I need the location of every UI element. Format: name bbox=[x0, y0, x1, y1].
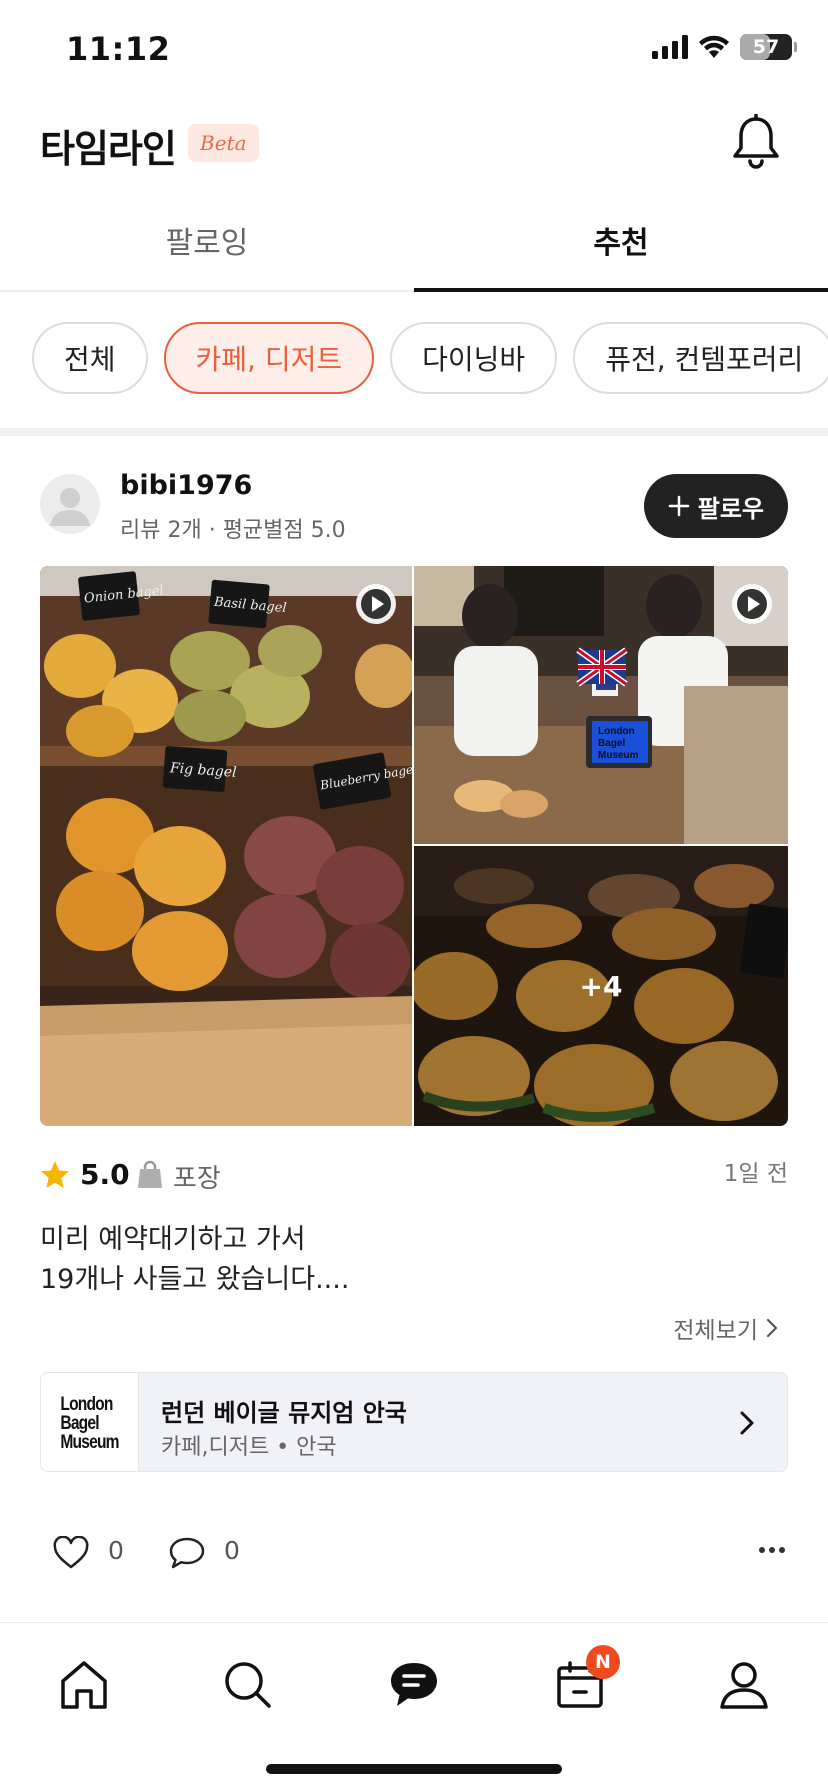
user-meta: 리뷰 2개 · 평균별점 5.0 bbox=[120, 518, 346, 543]
place-card[interactable]: London Bagel Museum 런던 베이글 뮤지엄 안국 카페,디저트… bbox=[40, 1372, 788, 1472]
chip-fusion-contemporary[interactable]: 퓨전, 컨템포러리 bbox=[573, 322, 828, 394]
tab-following[interactable]: 팔로잉 bbox=[0, 188, 414, 292]
notification-badge: N bbox=[586, 1645, 620, 1679]
profile-icon bbox=[720, 1662, 768, 1709]
search-icon bbox=[225, 1662, 271, 1708]
feed-tabs: 팔로잉 추천 bbox=[0, 188, 828, 292]
like-count: 0 bbox=[108, 1536, 124, 1565]
avatar[interactable] bbox=[40, 474, 100, 534]
star-icon bbox=[41, 1161, 69, 1188]
play-icon[interactable] bbox=[730, 582, 774, 626]
more-options-icon[interactable] bbox=[758, 1546, 786, 1554]
notification-button[interactable] bbox=[730, 113, 782, 170]
view-all-label: 전체보기 bbox=[673, 1318, 758, 1344]
post-time: 1일 전 bbox=[723, 1161, 788, 1187]
category-chips: 전체 카페, 디저트 다이닝바 퓨전, 컨템포러리 고기 bbox=[0, 292, 828, 430]
home-indicator bbox=[266, 1764, 562, 1774]
place-meta: 카페,디저트 • 안국 bbox=[161, 1435, 337, 1460]
photo-bagel-trays[interactable]: Onion bagel Basil bagel Fig bagel Bluebe… bbox=[40, 566, 412, 1126]
status-bar: 11:12 57 bbox=[0, 0, 828, 100]
battery-icon: 57 bbox=[740, 34, 797, 60]
chevron-right-icon bbox=[740, 1411, 754, 1435]
follow-label: 팔로우 bbox=[697, 494, 764, 523]
more-photos-count[interactable]: +4 bbox=[414, 846, 788, 1126]
bottom-nav: N bbox=[0, 1622, 828, 1792]
post-body-line: 미리 예약대기하고 가서 bbox=[40, 1224, 306, 1255]
status-icons: 57 bbox=[652, 34, 797, 60]
follow-button[interactable]: 팔로우 bbox=[643, 474, 788, 538]
play-icon[interactable] bbox=[354, 582, 398, 626]
nav-profile[interactable] bbox=[704, 1645, 784, 1725]
place-logo: London Bagel Museum bbox=[41, 1373, 139, 1471]
takeout-bag-icon bbox=[138, 1160, 162, 1188]
post-body-line: 19개나 사들고 왔습니다.... bbox=[40, 1264, 350, 1295]
header: 타임라인 Beta bbox=[0, 100, 828, 188]
beta-badge: Beta bbox=[188, 124, 259, 162]
chip-dining-bar[interactable]: 다이닝바 bbox=[390, 322, 558, 394]
timeline-chat-icon bbox=[391, 1663, 437, 1706]
home-icon bbox=[61, 1661, 107, 1709]
place-name: 런던 베이글 뮤지엄 안국 bbox=[161, 1399, 407, 1427]
status-time: 11:12 bbox=[66, 30, 171, 68]
default-avatar-icon bbox=[50, 488, 90, 526]
rating-value: 5.0 bbox=[80, 1158, 130, 1191]
comment-icon[interactable] bbox=[168, 1536, 206, 1570]
svg-text:Museum: Museum bbox=[598, 750, 639, 761]
battery-level: 57 bbox=[752, 36, 780, 58]
post-header: bibi1976 리뷰 2개 · 평균별점 5.0 팔로우 bbox=[0, 436, 828, 566]
bell-icon bbox=[733, 113, 779, 169]
service-type: 포장 bbox=[173, 1164, 221, 1194]
plus-icon bbox=[668, 495, 689, 517]
chevron-right-icon bbox=[766, 1318, 778, 1338]
nav-home[interactable] bbox=[44, 1645, 124, 1725]
page-title: 타임라인 bbox=[40, 127, 177, 171]
photo-bagel-sandwiches[interactable]: +4 bbox=[414, 846, 788, 1126]
chip-cafe-dessert[interactable]: 카페, 디저트 bbox=[163, 322, 375, 394]
section-divider bbox=[0, 428, 828, 436]
photo-counter[interactable]: London Bagel Museum bbox=[414, 566, 788, 844]
label-london-bagel-museum: London bbox=[598, 726, 635, 737]
post-media[interactable]: Onion bagel Basil bagel Fig bagel Bluebe… bbox=[40, 566, 788, 1126]
heart-icon[interactable] bbox=[52, 1536, 90, 1570]
username[interactable]: bibi1976 bbox=[120, 470, 252, 501]
wifi-icon bbox=[699, 35, 729, 58]
comment-count: 0 bbox=[224, 1536, 240, 1565]
signal-icon bbox=[652, 35, 688, 59]
tab-recommended[interactable]: 추천 bbox=[414, 188, 828, 292]
nav-timeline[interactable] bbox=[374, 1645, 454, 1725]
post-actions: 0 0 bbox=[0, 1510, 828, 1600]
nav-search[interactable] bbox=[208, 1645, 288, 1725]
post-body: 미리 예약대기하고 가서 19개나 사들고 왔습니다.... bbox=[40, 1220, 788, 1300]
rating-row: 5.0 포장 1일 전 bbox=[40, 1150, 788, 1200]
chip-all[interactable]: 전체 bbox=[32, 322, 148, 394]
bagel-trays-image: Onion bagel Basil bagel Fig bagel Bluebe… bbox=[40, 566, 412, 1126]
nav-calendar[interactable]: N bbox=[540, 1645, 620, 1725]
svg-text:Bagel: Bagel bbox=[598, 738, 625, 749]
view-all-button[interactable]: 전체보기 bbox=[673, 1310, 780, 1346]
